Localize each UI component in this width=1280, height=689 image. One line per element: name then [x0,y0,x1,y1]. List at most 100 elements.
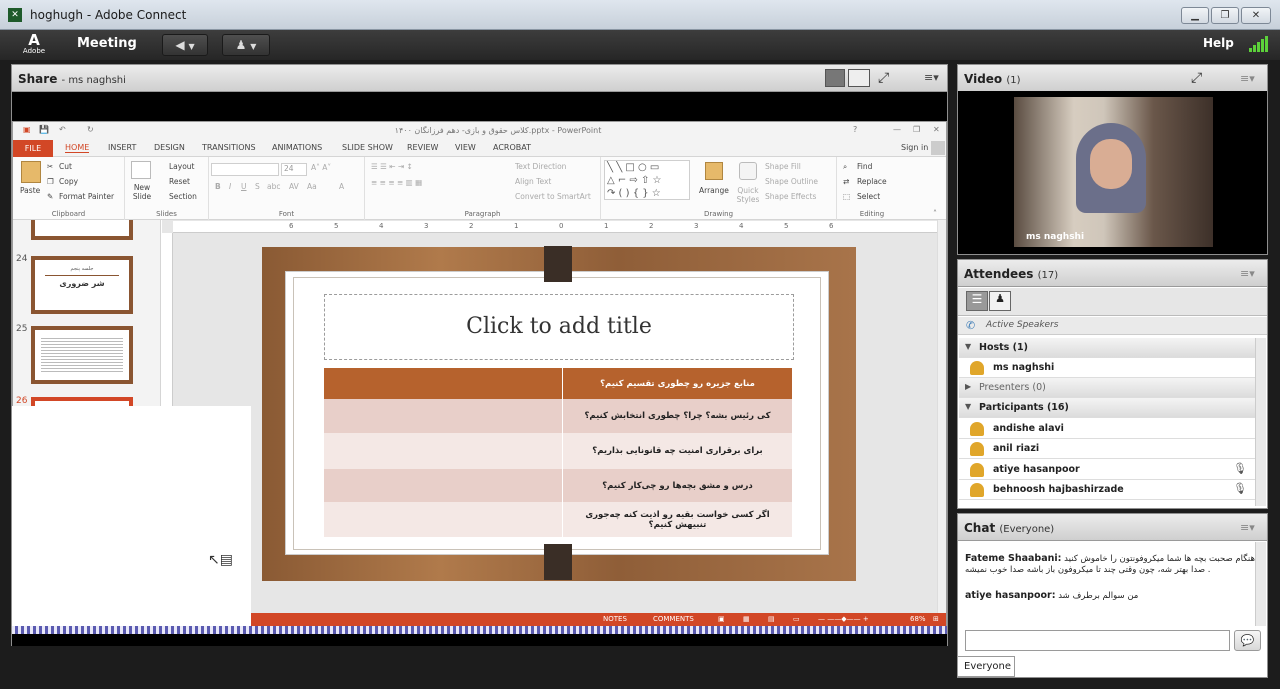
presenters-section[interactable]: ▶ Presenters (0) [959,378,1255,398]
standard-view-icon[interactable] [825,69,845,87]
italic-icon[interactable]: I [229,182,231,191]
format-painter-button[interactable]: Format Painter [59,192,114,201]
cut-button[interactable]: Cut [59,162,72,171]
slideshow-icon[interactable]: ▭ [793,615,800,623]
slide-thumbnail[interactable] [31,326,133,384]
layout-button[interactable]: Layout [169,162,195,171]
tab-review[interactable]: REVIEW [407,143,438,152]
close-icon[interactable]: ✕ [933,125,940,134]
arrange-button[interactable]: Arrange [699,186,729,195]
expand-icon[interactable]: ⤢ [878,70,889,86]
hosts-section[interactable]: ▼ Hosts (1) [959,338,1255,358]
replace-button[interactable]: Replace [857,177,887,186]
chat-recipient-selector[interactable]: Everyone [957,656,1015,677]
arrange-icon[interactable] [705,162,723,180]
restore-icon[interactable]: ❐ [913,125,920,134]
webcam-video[interactable] [1014,97,1213,247]
meeting-menu[interactable]: Meeting [77,36,137,51]
normal-view-icon[interactable]: ▣ [718,615,725,623]
attendee-row[interactable]: behnoosh hajbashirzade 🎙 [959,480,1255,500]
pod-menu-icon[interactable]: ≡▾ [924,71,939,84]
underline-icon[interactable]: U [241,182,247,191]
slide-thumbnail[interactable]: جلسه پنجم شر ضروری [31,256,133,314]
avatar[interactable] [931,141,945,155]
new-slide-icon[interactable] [131,161,151,179]
list-view-icon[interactable]: ☰ [966,291,988,311]
user-view-icon[interactable]: ♟ [989,291,1011,311]
title-placeholder[interactable]: Click to add title [324,294,794,360]
grow-font-icon[interactable]: A˄ A˅ [311,163,331,172]
attendee-row[interactable]: ms naghshi [959,358,1255,378]
convert-smartart-button[interactable]: Convert to SmartArt [515,192,591,201]
fit-slide-icon[interactable]: ⊞ [933,615,939,623]
speaker-button[interactable]: ◀ ▼ [162,34,208,56]
microphone-button[interactable]: ♟ ▼ [222,34,270,56]
close-button[interactable]: ✕ [1241,7,1271,24]
align-icons[interactable]: ≡ ≡ ≡ ≡ ▥ ▦ [371,178,422,187]
align-text-button[interactable]: Align Text [515,177,551,186]
font-name-input[interactable] [211,163,279,176]
font-color-icon[interactable]: A [339,182,344,191]
strikethrough-icon[interactable]: abc [267,182,280,191]
send-message-button[interactable]: 💬 [1234,630,1261,651]
comments-button[interactable]: COMMENTS [653,615,694,623]
shape-outline-button[interactable]: Shape Outline [765,177,818,186]
tab-insert[interactable]: INSERT [108,143,136,152]
sign-in-link[interactable]: Sign in [901,143,928,152]
attendees-scrollbar[interactable] [1255,338,1266,506]
bold-icon[interactable]: B [215,182,221,191]
text-direction-button[interactable]: Text Direction [515,162,566,171]
tab-transitions[interactable]: TRANSITIONS [202,143,256,152]
slide-sorter-icon[interactable]: ▦ [743,615,750,623]
reset-button[interactable]: Reset [169,177,190,186]
tab-animations[interactable]: ANIMATIONS [272,143,322,152]
notes-button[interactable]: NOTES [603,615,627,623]
minimize-button[interactable]: ▁ [1181,7,1209,24]
quick-styles-icon[interactable] [739,162,757,180]
save-icon[interactable]: 💾 [39,125,49,134]
slide-thumbnail[interactable] [31,220,133,240]
shape-effects-button[interactable]: Shape Effects [765,192,816,201]
collapse-ribbon-icon[interactable]: ˄ [933,209,937,218]
help-menu[interactable]: Help [1203,36,1234,50]
tab-acrobat[interactable]: ACROBAT [493,143,531,152]
reading-view-icon[interactable]: ▤ [768,615,775,623]
restore-button[interactable]: ❐ [1211,7,1239,24]
expand-icon[interactable]: ⤢ [1191,70,1202,86]
shape-fill-button[interactable]: Shape Fill [765,162,801,171]
fullscreen-view-icon[interactable] [848,69,870,87]
pod-menu-icon[interactable]: ≡▾ [1240,72,1255,85]
select-button[interactable]: Select [857,192,880,201]
tab-slide-show[interactable]: SLIDE SHOW [342,143,393,152]
section-button[interactable]: Section [169,192,197,201]
tab-home[interactable]: HOME [65,143,90,153]
redo-icon[interactable]: ↻ [87,125,94,134]
paste-icon[interactable] [21,161,41,183]
shadow-icon[interactable]: S [255,182,260,191]
new-slide-button[interactable]: New Slide [129,183,155,201]
copy-button[interactable]: Copy [59,177,78,186]
find-button[interactable]: Find [857,162,872,171]
pod-menu-icon[interactable]: ≡▾ [1240,267,1255,280]
change-case-icon[interactable]: Aa [307,182,317,191]
tab-file[interactable]: FILE [13,140,53,157]
tab-view[interactable]: VIEW [455,143,476,152]
zoom-level[interactable]: 68% [910,615,926,623]
tab-design[interactable]: DESIGN [154,143,185,152]
quick-styles-button[interactable]: Quick Styles [735,186,761,204]
chat-input[interactable] [965,630,1230,651]
vertical-scrollbar[interactable] [937,220,946,613]
spacing-icon[interactable]: AV [289,182,299,191]
undo-icon[interactable]: ↶ [59,125,66,134]
minimize-icon[interactable]: — [893,125,901,134]
pod-menu-icon[interactable]: ≡▾ [1240,521,1255,534]
attendee-row[interactable]: atiye hasanpoor 🎙 [959,460,1255,480]
bullets-icon[interactable]: ☰ ☰ ⇤ ⇥ ↕ [371,162,413,171]
chat-scrollbar[interactable] [1255,542,1266,626]
paste-button[interactable]: Paste [20,186,40,195]
attendee-row[interactable]: anil riazi [959,439,1255,459]
zoom-slider[interactable]: — ——◆—— + [818,615,869,623]
attendee-row[interactable]: andishe alavi [959,419,1255,439]
shapes-gallery[interactable]: ╲ ╲ □ ○ ▭ △ ⌐ ⇨ ⇧ ☆ ↷ ( ) { } ☆ [604,160,690,200]
help-icon[interactable]: ? [853,125,857,134]
